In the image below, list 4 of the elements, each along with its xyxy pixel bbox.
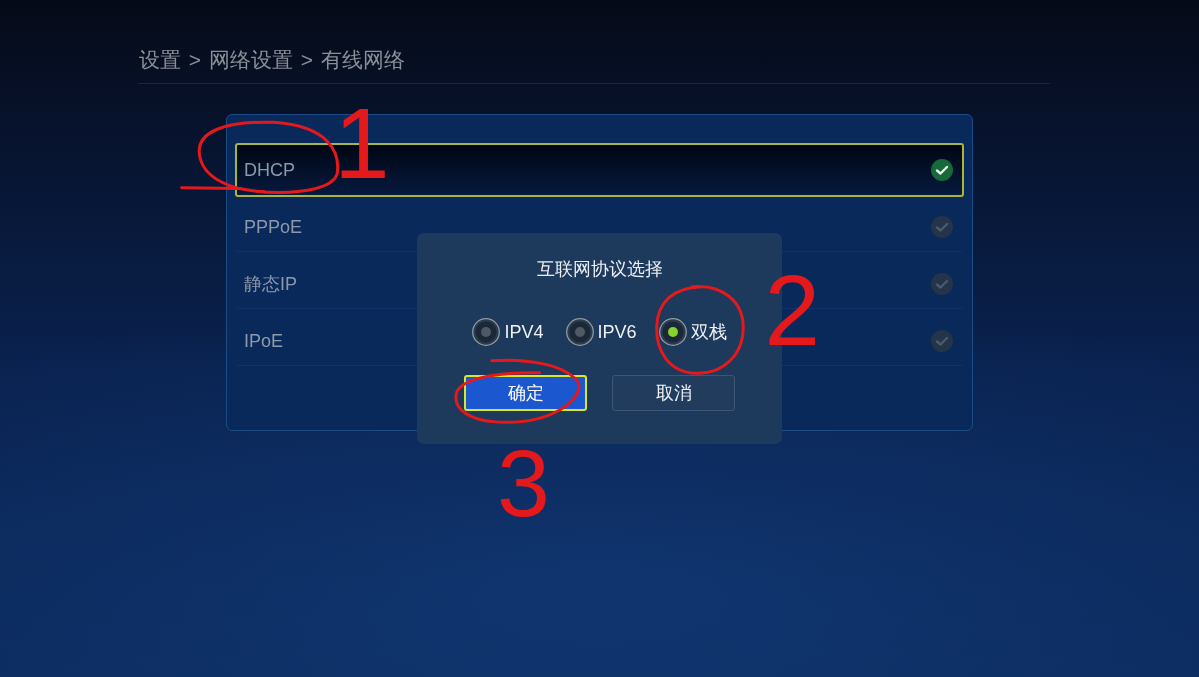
annotation-number: 2 <box>764 260 821 360</box>
breadcrumb: 设置 > 网络设置 > 有线网络 <box>139 47 405 73</box>
dialog-title: 互联网协议选择 <box>536 258 663 281</box>
annotation-number: 3 <box>497 436 550 531</box>
